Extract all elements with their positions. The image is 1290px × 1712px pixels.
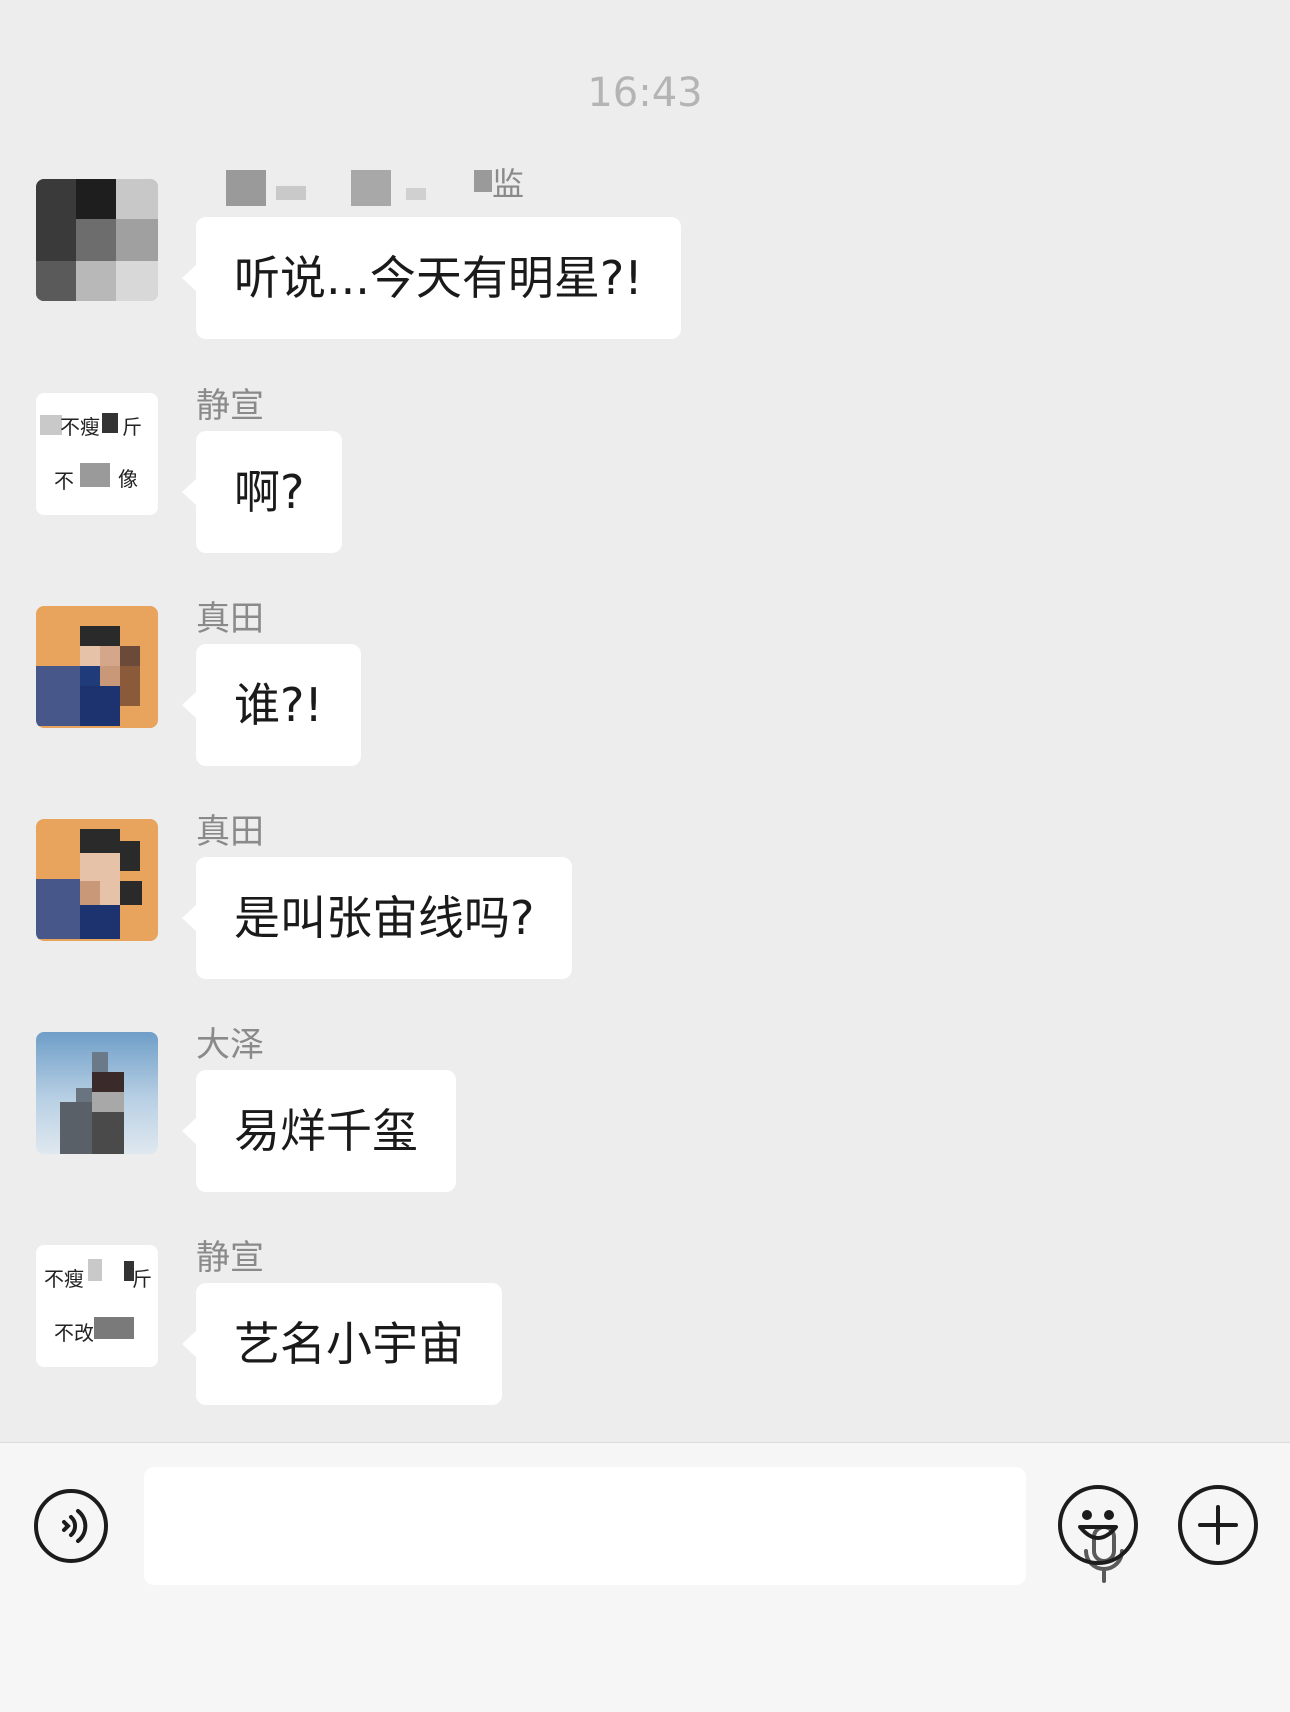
sender-name: 静宣 [196, 1238, 264, 1278]
avatar[interactable]: 不瘦 斤 不改 [36, 1245, 158, 1367]
avatar[interactable]: 不瘦 斤 不 像 [36, 393, 158, 515]
message-bubble[interactable]: 是叫张宙线吗? [181, 857, 573, 979]
sender-name: 静宣 [196, 386, 264, 426]
message-bubble[interactable]: 易烊千玺 [182, 1070, 456, 1192]
voice-toggle-icon [62, 1509, 88, 1543]
avatar[interactable] [36, 1032, 158, 1154]
voice-toggle-button[interactable] [34, 1489, 108, 1563]
plus-button[interactable] [1178, 1485, 1258, 1565]
avatar[interactable] [36, 606, 158, 728]
sender-name: 真田 [196, 812, 264, 852]
message-input[interactable] [144, 1467, 1124, 1585]
message-bubble[interactable]: 听说...今天有明星?! [182, 217, 681, 339]
sender-name: 大泽 [196, 1025, 264, 1065]
emoji-icon [1078, 1510, 1118, 1540]
avatar[interactable] [36, 179, 158, 301]
input-bar [0, 1442, 1290, 1712]
avatar[interactable] [36, 819, 158, 941]
message-bubble[interactable]: 啊? [181, 431, 343, 553]
plus-icon [1198, 1505, 1238, 1545]
sender-name-fragment: 监 [492, 165, 525, 203]
message-bubble[interactable]: 艺名小宇宙 [182, 1283, 502, 1405]
sender-name-blurred: 监 [196, 165, 536, 206]
chat-area[interactable]: 16:43 监 听说...今天有明星?! 不瘦 斤 不 像 静宣 啊? 真田 谁… [0, 0, 1290, 1442]
sender-name: 真田 [196, 599, 264, 639]
emoji-button[interactable] [1058, 1485, 1138, 1565]
timestamp: 16:43 [587, 70, 703, 116]
message-bubble[interactable]: 谁?! [182, 644, 361, 766]
